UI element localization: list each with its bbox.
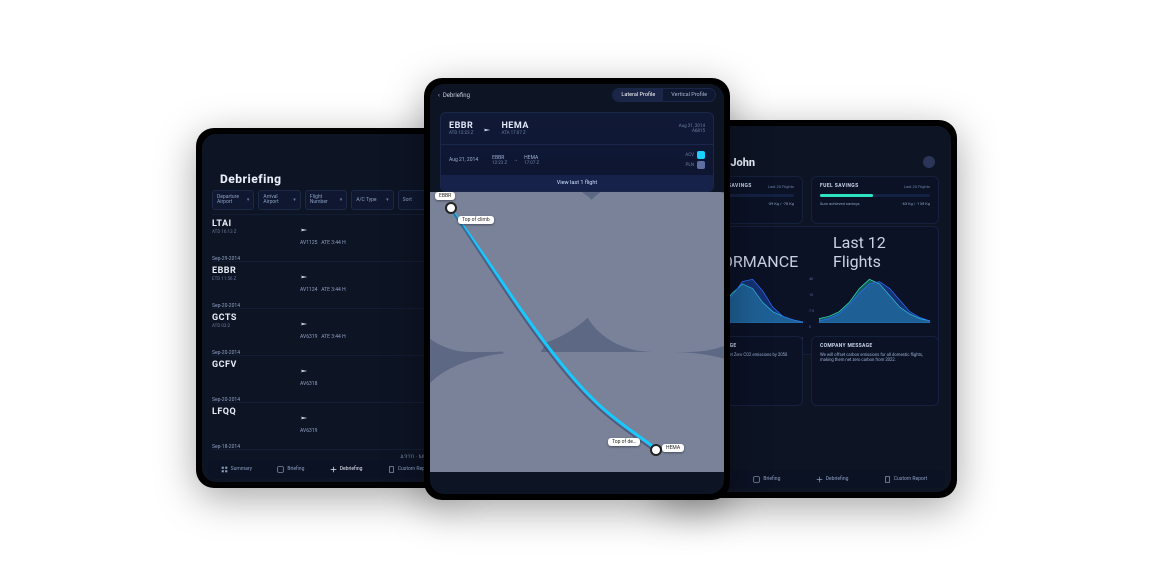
avatar[interactable] (923, 156, 935, 168)
legend-chip-planned (697, 161, 705, 169)
chevron-down-icon: ▾ (293, 197, 296, 203)
flight-row[interactable]: Sep-20-2014LFQQAV6319 A3… (212, 402, 440, 449)
chevron-left-icon: ‹ (438, 92, 440, 99)
card-fuel-savings: FUEL SAVINGSLast 20 Flights Sum achieved… (811, 176, 939, 224)
nav-briefing[interactable]: Briefing (753, 476, 780, 483)
flight-row[interactable]: Sep-20-2014GCFVAV6318 A3… (212, 355, 440, 402)
page-title: Debriefing (220, 172, 281, 186)
chevron-down-icon: ▾ (340, 197, 343, 203)
nav-custom-report[interactable]: Custom Report (884, 476, 928, 483)
tablet-map: ‹Debriefing Lateral Profile Vertical Pro… (424, 78, 730, 500)
airplane-icon (300, 266, 308, 285)
performance-chart-b: 40157.50 123456789101112 (811, 277, 930, 341)
airplane-icon (300, 360, 308, 379)
tab-vertical-profile[interactable]: Vertical Profile (663, 89, 715, 101)
airplane-icon (483, 119, 491, 138)
chevron-down-icon: ▾ (386, 197, 389, 203)
filter-ac-type[interactable]: A/C Type▾ (351, 190, 393, 210)
legend-chip-actual (697, 151, 705, 159)
top-of-descent-callout: Top of de… (608, 438, 640, 446)
view-last-flight-button[interactable]: View last 1 flight (441, 175, 713, 191)
departure-callout: EBBR (435, 192, 455, 200)
arrival-airport: HEMA (501, 121, 528, 131)
chevron-down-icon: ▾ (247, 197, 250, 203)
arrival-callout: HEMA (662, 444, 684, 452)
flight-row[interactable]: Sep-20-2014GCTSATD 03:2AV6319 ATE 3:44 H… (212, 308, 440, 355)
nav-debriefing[interactable]: Debriefing (330, 466, 363, 473)
airplane-icon (300, 454, 308, 458)
filters-row: Departure Airport▾ Arrival Airport▾ Flig… (212, 190, 440, 208)
airplane-icon (300, 407, 308, 426)
flight-row[interactable]: Sep-18-2014AV6285 A320 · MEAVM (212, 449, 440, 458)
tablet-debriefing: Debriefing Departure Airport▾ Arrival Ai… (196, 128, 456, 488)
airplane-icon (300, 219, 308, 238)
nav-briefing[interactable]: Briefing (277, 466, 304, 473)
company-message-b: COMPANY MESSAGE We will offset carbon em… (811, 336, 939, 406)
back-button[interactable]: ‹Debriefing (438, 92, 470, 99)
filter-departure[interactable]: Departure Airport▾ (212, 190, 254, 210)
filter-flight-number[interactable]: Flight Number▾ (305, 190, 347, 210)
flight-row[interactable]: Sep-29-2014LTAIATD 16:13 ZAV1125 ATE 3:4… (212, 214, 440, 261)
filter-arrival[interactable]: Arrival Airport▾ (258, 190, 300, 210)
nav-debriefing[interactable]: Debriefing (816, 476, 849, 483)
route-card: EBBRATD 12:23 Z HEMAATA 17:07 Z Aug 21, … (440, 112, 714, 192)
profile-tabs: Lateral Profile Vertical Profile (612, 88, 716, 102)
arrival-pin (650, 444, 662, 456)
flights-list: Sep-29-2014LTAIATD 16:13 ZAV1125 ATE 3:4… (212, 214, 440, 458)
flight-row[interactable]: Sep-29-2014EBBRETD 11:56 ZAV1124 ATE 3:4… (212, 261, 440, 308)
nav-summary[interactable]: Summary (221, 466, 252, 473)
tab-lateral-profile[interactable]: Lateral Profile (613, 89, 663, 101)
route-map[interactable]: EBBR Top of climb Top of de… HEMA (430, 192, 724, 472)
top-of-climb-callout: Top of climb (458, 216, 494, 224)
departure-pin (445, 202, 457, 214)
departure-airport: EBBR (449, 121, 473, 131)
bottom-nav: Summary Briefing Debriefing Custom Repor… (208, 460, 444, 478)
airplane-icon (300, 313, 308, 332)
